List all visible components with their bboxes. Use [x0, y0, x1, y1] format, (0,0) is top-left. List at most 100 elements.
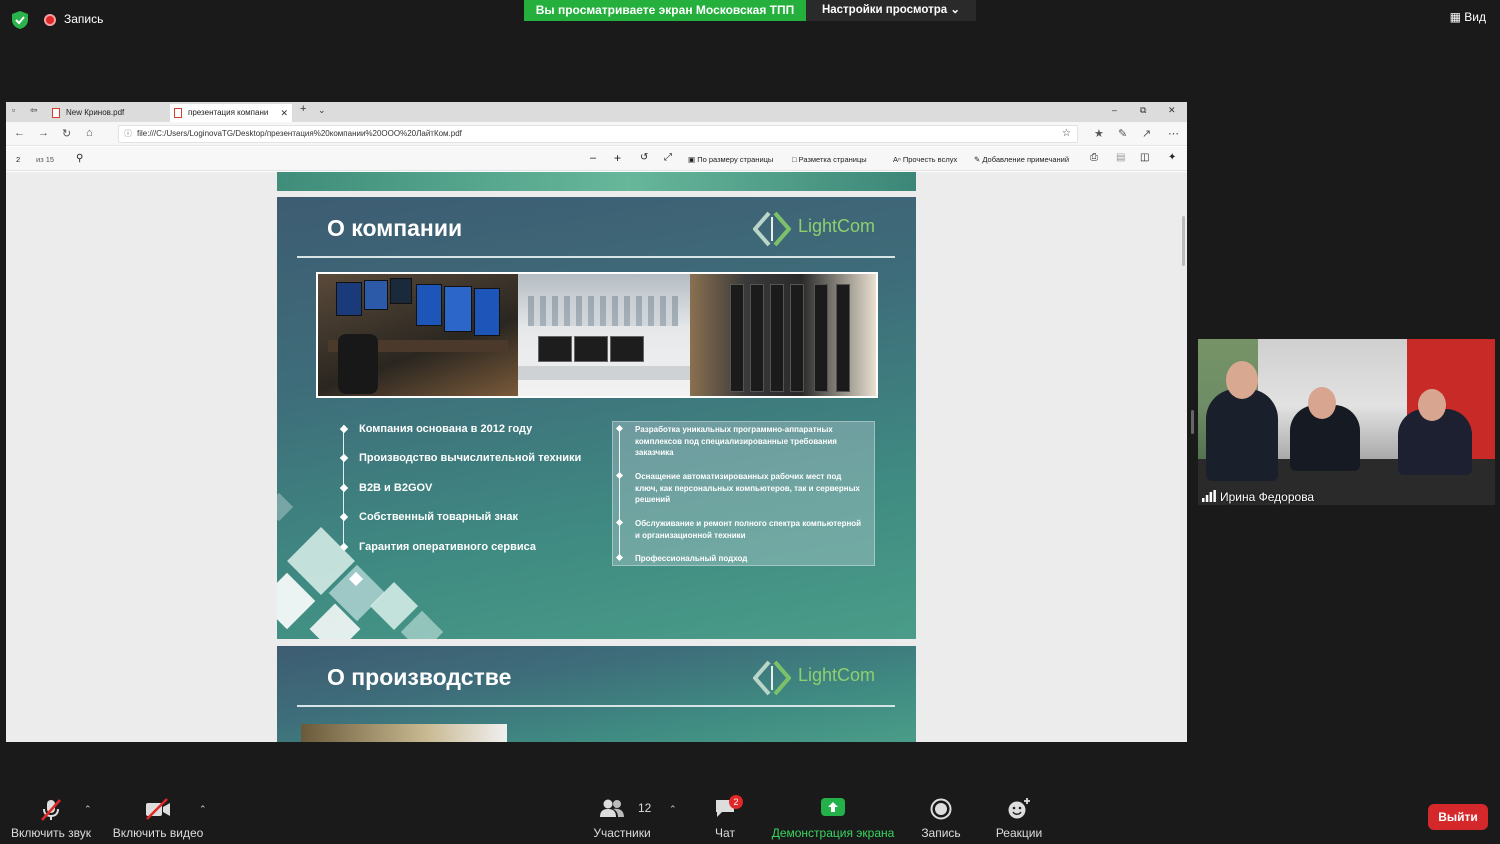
- scrollbar[interactable]: [1182, 216, 1185, 266]
- muted-microphone-icon: [41, 799, 61, 821]
- list-item: B2B и B2GOV: [359, 482, 433, 494]
- decor-shape: [277, 492, 294, 522]
- unmute-label: Включить звук: [10, 826, 92, 840]
- home-icon[interactable]: ⌂: [86, 127, 93, 139]
- view-options-label: Настройки просмотра: [821, 4, 948, 16]
- signal-bars-icon: [1202, 490, 1216, 502]
- minimize-icon[interactable]: –: [1112, 105, 1117, 115]
- more-icon[interactable]: ⋯: [1168, 127, 1179, 140]
- video-off-icon: [146, 798, 170, 820]
- restore-icon[interactable]: ⧉: [1140, 105, 1146, 116]
- title-divider: [297, 256, 895, 258]
- share-icon[interactable]: ↗: [1142, 127, 1151, 140]
- person: [1226, 361, 1258, 399]
- tabs-aside-icon[interactable]: ⇦: [30, 105, 38, 116]
- panel-line: [619, 428, 620, 560]
- pdf-toolbar: 2 из 15 ⚲ – + ↺ ⤢ ▣ По размеру страницы …: [6, 147, 1187, 171]
- url-input[interactable]: ⓘ file:///C:/Users/LoginovaTG/Desktop/пр…: [118, 125, 1078, 143]
- chat-label: Чат: [715, 826, 735, 840]
- add-notes-button[interactable]: ✎ Добавление примечаний: [974, 155, 1069, 164]
- server-racks-photo: [690, 274, 876, 396]
- leave-meeting-button[interactable]: Выйти: [1428, 804, 1488, 830]
- tab-actions-icon[interactable]: ▫: [12, 105, 15, 115]
- chevron-down-icon[interactable]: ⌄: [318, 105, 326, 116]
- list-item: Оснащение автоматизированных рабочих мес…: [635, 471, 865, 506]
- recording-label[interactable]: Запись: [64, 12, 103, 26]
- add-notes-label: Добавление примечаний: [982, 155, 1070, 164]
- start-video-button[interactable]: Включить видео: [108, 790, 208, 844]
- share-screen-button[interactable]: Демонстрация экрана: [768, 790, 898, 844]
- view-options-button[interactable]: Настройки просмотра ⌄: [806, 0, 976, 21]
- unmute-button[interactable]: Включить звук: [0, 790, 102, 844]
- save-as-icon[interactable]: ◫: [1140, 152, 1149, 163]
- page-number-input[interactable]: 2: [16, 155, 20, 164]
- participant-name: Ирина Федорова: [1220, 490, 1315, 504]
- slide-title: О производстве: [327, 664, 512, 690]
- reactions-button[interactable]: Реакции: [990, 790, 1048, 844]
- refresh-icon[interactable]: ↻: [62, 127, 71, 140]
- chevron-down-icon: ⌄: [950, 4, 961, 16]
- close-tab-icon[interactable]: ✕: [280, 104, 288, 122]
- forward-icon[interactable]: →: [38, 127, 49, 139]
- save-icon[interactable]: ▤: [1116, 152, 1125, 163]
- lightcom-logo: LightCom: [753, 658, 893, 698]
- participants-options-chevron-icon[interactable]: ⌃: [669, 804, 677, 815]
- screen-share-banner: Вы просматриваете экран Московская ТПП: [524, 0, 806, 21]
- security-shield-icon[interactable]: [12, 11, 28, 29]
- search-icon[interactable]: ⚲: [76, 153, 83, 164]
- participant-video-tile[interactable]: Ирина Федорова: [1198, 339, 1495, 505]
- view-button[interactable]: ▦ Вид: [1450, 10, 1486, 24]
- read-aloud-icon: Aⁿ: [893, 155, 901, 164]
- audio-options-chevron-icon[interactable]: ⌃: [84, 804, 92, 815]
- participants-button[interactable]: 12 Участники: [586, 790, 658, 844]
- slide-about-production: О производстве LightCom: [277, 646, 916, 742]
- favorites-icon[interactable]: ★: [1094, 127, 1104, 140]
- logo-mark-icon: [753, 660, 791, 696]
- office-photo: [518, 274, 690, 396]
- emoji-add-icon: [1008, 798, 1030, 819]
- pen-icon[interactable]: ✎: [1118, 127, 1127, 140]
- fit-page-button[interactable]: ▣ По размеру страницы: [688, 155, 773, 164]
- list-item: Разработка уникальных программно-аппарат…: [635, 424, 865, 459]
- new-tab-icon[interactable]: +: [300, 103, 306, 115]
- chat-button[interactable]: 2 Чат: [700, 790, 750, 844]
- list-item: Собственный товарный знак: [359, 511, 519, 523]
- previous-slide-bottom: [277, 172, 916, 191]
- tab-new-krinov[interactable]: New Кринов.pdf: [48, 104, 168, 122]
- share-screen-label: Демонстрация экрана: [771, 826, 895, 840]
- grid-view-icon: ▦: [1449, 10, 1461, 24]
- video-options-chevron-icon[interactable]: ⌃: [199, 804, 207, 815]
- pdf-viewer[interactable]: О компании LightCom Компания основана в …: [6, 172, 1187, 742]
- fullscreen-icon[interactable]: ⤢: [664, 152, 672, 163]
- print-icon[interactable]: ⎙: [1090, 152, 1098, 163]
- production-photo: [301, 724, 507, 742]
- logo-mark-icon: [753, 211, 791, 247]
- logo-text: LightCom: [798, 665, 876, 685]
- star-icon[interactable]: ☆: [1062, 126, 1071, 142]
- rotate-icon[interactable]: ↺: [640, 152, 648, 163]
- participants-label: Участники: [593, 826, 651, 840]
- tab-presentation[interactable]: презентация компани ✕: [170, 104, 292, 122]
- control-room-photo: [318, 274, 518, 396]
- start-video-label: Включить видео: [112, 826, 204, 840]
- close-window-icon[interactable]: ✕: [1168, 105, 1176, 116]
- read-aloud-label: Прочесть вслух: [902, 155, 958, 164]
- participants-count: 12: [638, 801, 652, 815]
- title-divider: [297, 705, 895, 707]
- recording-icon: [44, 14, 56, 26]
- chat-unread-badge: 2: [729, 795, 743, 809]
- zoom-out-icon[interactable]: –: [590, 152, 596, 164]
- read-aloud-button[interactable]: Aⁿ Прочесть вслух: [893, 155, 957, 164]
- slide-about-company: О компании LightCom Компания основана в …: [277, 197, 916, 639]
- record-button[interactable]: Запись: [912, 790, 970, 844]
- record-icon: [930, 798, 952, 820]
- back-icon[interactable]: ←: [14, 127, 25, 139]
- list-item: Обслуживание и ремонт полного спектра ко…: [635, 518, 865, 541]
- page-layout-button[interactable]: □ Разметка страницы: [792, 155, 867, 164]
- lightcom-logo: LightCom: [753, 209, 893, 249]
- logo-text: LightCom: [798, 216, 876, 236]
- record-label: Запись: [921, 826, 961, 840]
- zoom-in-icon[interactable]: +: [614, 151, 621, 165]
- pin-icon[interactable]: ✦: [1168, 152, 1176, 163]
- resize-handle[interactable]: [1191, 410, 1194, 434]
